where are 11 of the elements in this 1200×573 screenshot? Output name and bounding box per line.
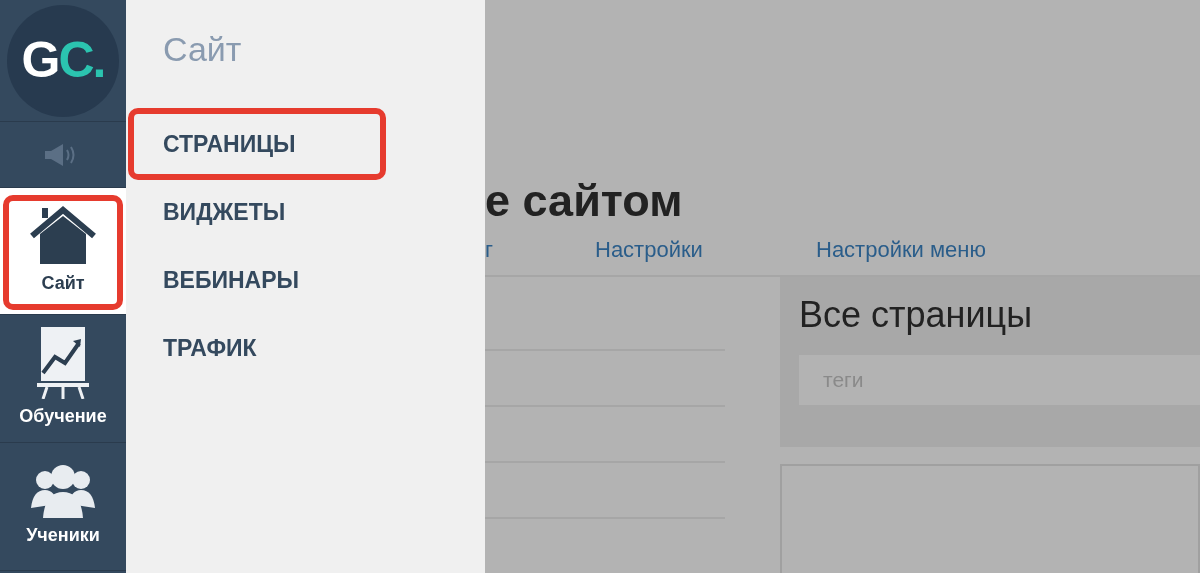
menu-item[interactable]: СТРАНИЦЫ	[163, 126, 296, 162]
menu-item[interactable]: ВИДЖЕТЫ	[163, 194, 286, 230]
flyout-title: Сайт	[163, 32, 243, 70]
panel-title: Все страницы	[799, 297, 1034, 333]
chart-board-icon	[37, 327, 89, 399]
people-icon	[31, 464, 95, 518]
menu-item[interactable]: ВЕБИНАРЫ	[163, 262, 300, 298]
page-heading: е сайтом	[485, 178, 684, 223]
menu-item[interactable]: ТРАФИК	[163, 330, 257, 366]
house-icon	[30, 205, 96, 266]
logo[interactable]: GC.	[7, 4, 119, 117]
